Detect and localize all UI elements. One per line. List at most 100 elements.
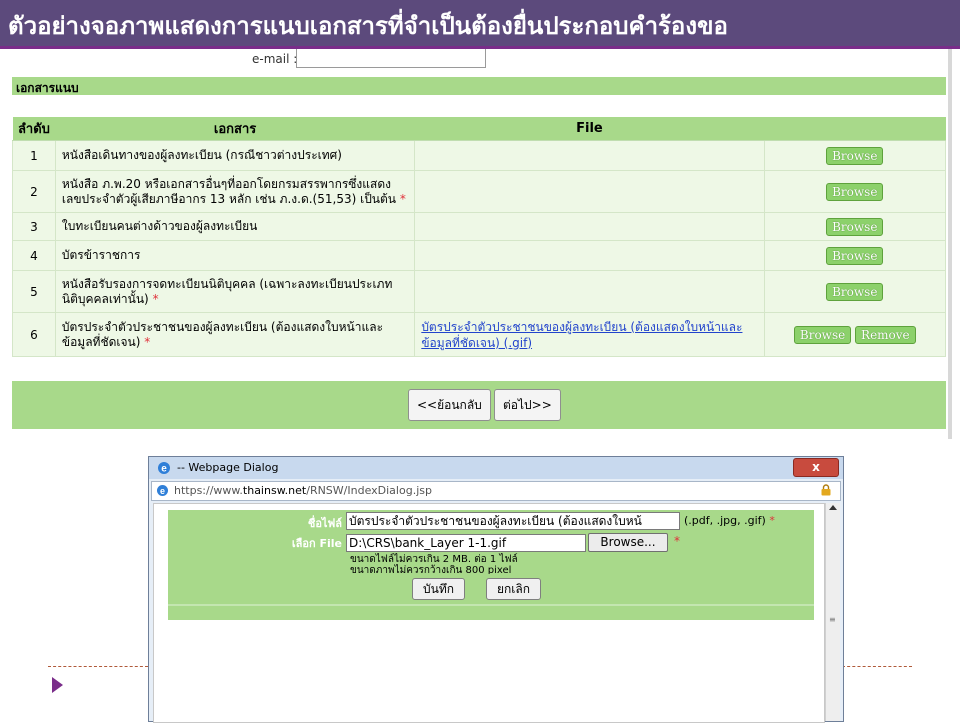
cancel-button[interactable]: ยกเลิก: [486, 578, 542, 600]
browse-button[interactable]: Browse: [826, 182, 884, 201]
url-domain: thainsw.net: [242, 484, 307, 497]
url-prefix: https://www.: [174, 484, 243, 497]
browse-file-button[interactable]: Browse...: [588, 533, 668, 552]
document-name: หนังสือเดินทางของผู้ลงทะเบียน (กรณีชาวต่…: [54, 140, 416, 171]
document-name: บัตรประจำตัวประชาชนของผู้ลงทะเบียน (ต้อง…: [54, 312, 416, 357]
document-name: ใบทะเบียนคนต่างด้าวของผู้ลงทะเบียน: [54, 212, 416, 241]
table-row: 6 บัตรประจำตัวประชาชนของผู้ลงทะเบียน (ต้…: [12, 312, 947, 357]
action-cell: Browse: [763, 270, 947, 313]
document-name: หนังสือ ภ.พ.20 หรือเอกสารอื่นๆที่ออกโดยก…: [54, 170, 416, 213]
url-path: /RNSW/IndexDialog.jsp: [306, 484, 432, 497]
dialog-titlebar: e -- Webpage Dialog x: [149, 457, 843, 479]
table-row: 2 หนังสือ ภ.พ.20 หรือเอกสารอื่นๆที่ออกโด…: [12, 170, 947, 213]
upload-form: ชื่อไฟล์ บัตรประจำตัวประชาชนของผู้ลงทะเบ…: [168, 510, 814, 620]
dialog-form-footer: [168, 604, 814, 606]
attachments-section-header: เอกสารแนบ: [12, 77, 946, 95]
slide-divider-left: [48, 666, 148, 667]
row-number: 4: [12, 240, 56, 271]
dialog-url: https://www.thainsw.net/RNSW/IndexDialog…: [174, 484, 432, 497]
required-marker: *: [674, 534, 680, 548]
upload-dialog-window: e -- Webpage Dialog x e https://www.thai…: [148, 456, 844, 723]
action-cell: Browse: [763, 240, 947, 271]
file-cell: [414, 212, 765, 241]
page-scrollbar[interactable]: [948, 49, 952, 439]
document-label: หนังสือรับรองการจดทะเบียนนิติบุคคล (เฉพา…: [61, 276, 393, 306]
svg-text:e: e: [160, 486, 165, 496]
required-marker: *: [152, 291, 159, 306]
browser-e-icon: e: [158, 462, 170, 475]
action-cell: Browse: [763, 170, 947, 213]
choose-file-row: เลือก File D:\CRS\bank_Layer 1-1.gif Bro…: [168, 532, 814, 576]
file-type-hint: (.pdf, .jpg, .gif) *: [684, 514, 775, 527]
lock-icon: [821, 484, 831, 496]
file-cell: [414, 170, 765, 213]
file-cell: [414, 240, 765, 271]
email-input[interactable]: [296, 49, 486, 68]
browse-button[interactable]: Browse: [826, 282, 884, 301]
required-marker: *: [144, 334, 151, 349]
action-cell: Browse: [763, 140, 947, 171]
row-number: 3: [12, 212, 56, 241]
required-marker: *: [769, 514, 775, 527]
table-row: 4 บัตรข้าราชการ Browse: [12, 240, 947, 271]
svg-text:e: e: [161, 464, 167, 475]
required-marker: *: [399, 191, 406, 206]
remove-button[interactable]: Remove: [855, 325, 916, 344]
file-cell: บัตรประจำตัวประชาชนของผู้ลงทะเบียน (ต้อง…: [414, 312, 765, 357]
close-button[interactable]: x: [793, 458, 839, 477]
scroll-up-arrow-icon[interactable]: [829, 505, 837, 510]
browse-button[interactable]: Browse: [793, 325, 852, 344]
filename-label: ชื่อไฟล์: [307, 517, 342, 530]
dialog-address-bar: e https://www.thainsw.net/RNSW/IndexDial…: [151, 481, 841, 501]
uploaded-file-link[interactable]: บัตรประจำตัวประชาชนของผู้ลงทะเบียน (ต้อง…: [421, 320, 742, 350]
row-number: 5: [12, 270, 56, 313]
document-name: บัตรข้าราชการ: [54, 240, 416, 271]
browse-button[interactable]: Browse: [826, 217, 884, 236]
row-number: 6: [12, 312, 56, 357]
save-button[interactable]: บันทึก: [412, 578, 465, 600]
filename-row: ชื่อไฟล์ บัตรประจำตัวประชาชนของผู้ลงทะเบ…: [168, 510, 814, 532]
browse-button[interactable]: Browse: [826, 246, 884, 265]
dialog-title: -- Webpage Dialog: [177, 461, 279, 474]
row-number: 1: [12, 140, 56, 171]
dialog-scrollbar[interactable]: ≡: [825, 503, 840, 721]
filename-input[interactable]: บัตรประจำตัวประชาชนของผู้ลงทะเบียน (ต้อง…: [346, 512, 680, 530]
file-type-hint-text: (.pdf, .jpg, .gif): [684, 514, 766, 527]
table-header-row: ลำดับ เอกสาร File: [12, 117, 946, 141]
document-label: บัตรประจำตัวประชาชนของผู้ลงทะเบียน (ต้อง…: [61, 319, 384, 349]
table-row: 1 หนังสือเดินทางของผู้ลงทะเบียน (กรณีชาว…: [12, 140, 947, 171]
slide-bullet-arrow-icon: [52, 677, 63, 693]
email-label: e-mail :: [252, 52, 298, 66]
slide-divider-right: [842, 666, 912, 667]
back-button[interactable]: <<ย้อนกลับ: [408, 389, 491, 421]
document-label: หนังสือ ภ.พ.20 หรือเอกสารอื่นๆที่ออกโดยก…: [61, 176, 397, 206]
dialog-content: ชื่อไฟล์ บัตรประจำตัวประชาชนของผู้ลงทะเบ…: [153, 503, 825, 723]
row-number: 2: [12, 170, 56, 213]
section-label: เอกสารแนบ: [16, 81, 79, 95]
document-name: หนังสือรับรองการจดทะเบียนนิติบุคคล (เฉพา…: [54, 270, 416, 313]
navigation-row: <<ย้อนกลับ ต่อไป>>: [12, 381, 946, 429]
action-cell: Browse: [763, 212, 947, 241]
file-cell: [414, 140, 765, 171]
choose-file-label: เลือก File: [291, 537, 342, 550]
next-button[interactable]: ต่อไป>>: [494, 389, 561, 421]
document-label: ใบทะเบียนคนต่างด้าวของผู้ลงทะเบียน: [61, 219, 258, 233]
attachment-form: e-mail : เอกสารแนบ ลำดับ เอกสาร File 1 ห…: [12, 49, 947, 434]
file-path-input[interactable]: D:\CRS\bank_Layer 1-1.gif: [346, 534, 586, 552]
table-row: 3 ใบทะเบียนคนต่างด้าวของผู้ลงทะเบียน Bro…: [12, 212, 947, 241]
document-label: หนังสือเดินทางของผู้ลงทะเบียน (กรณีชาวต่…: [61, 148, 342, 162]
table-row: 5 หนังสือรับรองการจดทะเบียนนิติบุคคล (เฉ…: [12, 270, 947, 313]
browse-button[interactable]: Browse: [826, 146, 884, 165]
scroll-grip-icon[interactable]: ≡: [829, 615, 836, 624]
page-e-icon: e: [157, 485, 168, 496]
dialog-actions: บันทึก ยกเลิก: [168, 574, 814, 604]
column-header-number: ลำดับ: [12, 117, 56, 141]
column-header-actions: [764, 117, 946, 141]
column-header-document: เอกสาร: [55, 117, 415, 141]
slide-title-bar: ตัวอย่างจอภาพแสดงการแนบเอกสารที่จำเป็นต้…: [0, 0, 960, 46]
documents-table: ลำดับ เอกสาร File 1 หนังสือเดินทางของผู้…: [12, 117, 947, 357]
slide-title: ตัวอย่างจอภาพแสดงการแนบเอกสารที่จำเป็นต้…: [8, 12, 728, 40]
file-cell: [414, 270, 765, 313]
action-cell: Browse Remove: [763, 312, 947, 357]
document-label: บัตรข้าราชการ: [61, 248, 141, 262]
